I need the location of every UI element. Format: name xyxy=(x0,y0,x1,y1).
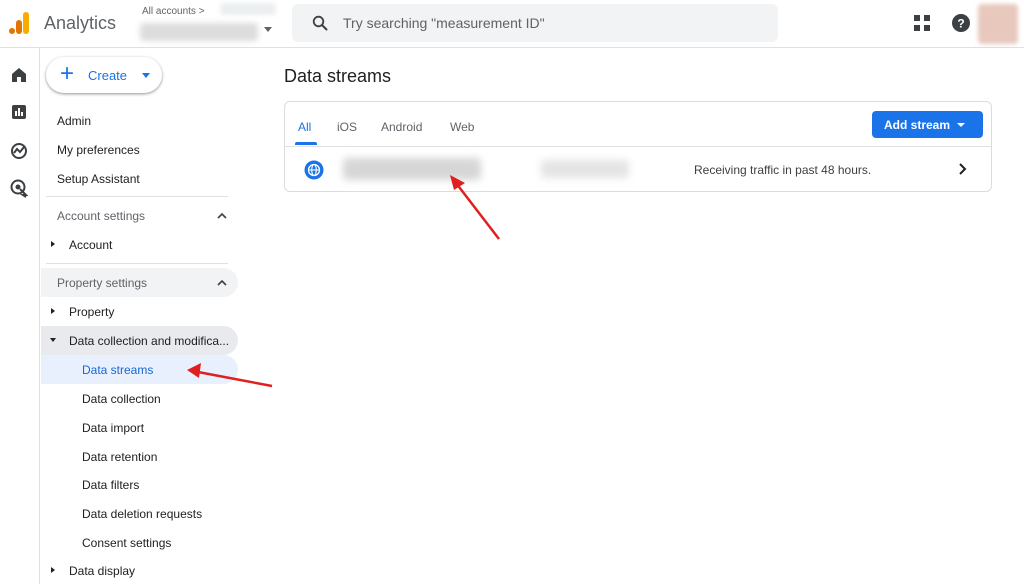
divider xyxy=(46,263,228,264)
tab-all[interactable]: All xyxy=(298,120,311,134)
expand-triangle-icon[interactable] xyxy=(51,241,55,247)
svg-text:?: ? xyxy=(957,17,964,31)
create-button-label: Create xyxy=(88,68,128,83)
globe-icon xyxy=(304,160,324,180)
all-accounts-label: All accounts > xyxy=(142,6,205,17)
active-tab-indicator xyxy=(295,142,317,145)
nav-admin[interactable]: Admin xyxy=(57,114,91,128)
create-button[interactable]: + Create xyxy=(46,57,162,93)
redacted-property-name xyxy=(140,23,258,41)
account-picker[interactable]: All accounts > xyxy=(138,3,278,45)
left-rail xyxy=(0,48,40,584)
chevron-right-icon[interactable] xyxy=(957,162,969,176)
divider xyxy=(46,196,228,197)
add-stream-button[interactable]: Add stream xyxy=(872,111,983,138)
explore-icon[interactable] xyxy=(8,140,30,162)
redacted-account-name xyxy=(220,3,276,15)
nav-data-collection[interactable]: Data collection xyxy=(82,392,161,406)
property-settings-header[interactable]: Property settings xyxy=(57,276,147,290)
nav-account[interactable]: Account xyxy=(69,238,112,252)
add-stream-label: Add stream xyxy=(884,118,951,132)
chevron-down-icon xyxy=(264,27,272,32)
tab-web[interactable]: Web xyxy=(450,120,474,134)
caret-down-icon xyxy=(957,123,965,127)
avatar[interactable] xyxy=(978,4,1018,44)
stream-status: Receiving traffic in past 48 hours. xyxy=(694,163,872,177)
search-placeholder[interactable]: Try searching "measurement ID" xyxy=(343,15,545,31)
search-bar[interactable]: Try searching "measurement ID" xyxy=(292,4,778,42)
data-streams-card: All iOS Android Web Add stream Receiving… xyxy=(284,101,992,192)
nav-property[interactable]: Property xyxy=(69,305,114,319)
page-title: Data streams xyxy=(284,66,392,86)
expand-triangle-icon[interactable] xyxy=(51,308,55,314)
analytics-logo-icon[interactable] xyxy=(8,11,30,35)
nav-data-retention[interactable]: Data retention xyxy=(82,450,157,464)
advertising-icon[interactable] xyxy=(8,177,30,199)
nav-data-streams[interactable]: Data streams xyxy=(82,363,153,377)
help-icon[interactable]: ? xyxy=(951,13,971,33)
apps-grid-icon[interactable] xyxy=(914,15,930,31)
chevron-up-icon[interactable] xyxy=(217,211,227,221)
nav-data-filters[interactable]: Data filters xyxy=(82,478,139,492)
tab-android[interactable]: Android xyxy=(381,120,422,134)
redacted-stream-name xyxy=(343,158,481,180)
nav-data-import[interactable]: Data import xyxy=(82,421,144,435)
tab-ios[interactable]: iOS xyxy=(337,120,357,134)
top-bar: Analytics All accounts > Try searching "… xyxy=(0,0,1024,48)
home-icon[interactable] xyxy=(8,64,30,86)
admin-sidebar: + Create Admin My preferences Setup Assi… xyxy=(41,48,241,584)
caret-down-icon xyxy=(142,73,150,78)
search-icon xyxy=(312,15,328,31)
nav-consent-settings[interactable]: Consent settings xyxy=(82,536,171,550)
nav-data-display[interactable]: Data display xyxy=(69,564,135,578)
account-settings-header[interactable]: Account settings xyxy=(57,209,145,223)
nav-my-preferences[interactable]: My preferences xyxy=(57,143,140,157)
reports-icon[interactable] xyxy=(8,101,30,123)
chevron-up-icon[interactable] xyxy=(217,278,227,288)
app-title: Analytics xyxy=(44,13,117,33)
nav-setup-assistant[interactable]: Setup Assistant xyxy=(57,172,140,186)
expand-triangle-icon[interactable] xyxy=(51,567,55,573)
plus-icon: + xyxy=(60,60,75,87)
stream-row[interactable]: Receiving traffic in past 48 hours. xyxy=(285,147,991,191)
nav-data-deletion-requests[interactable]: Data deletion requests xyxy=(82,507,202,521)
nav-data-collection-and-modification[interactable]: Data collection and modifica... xyxy=(69,334,229,348)
collapse-triangle-icon[interactable] xyxy=(50,338,56,342)
redacted-stream-id xyxy=(541,160,629,178)
